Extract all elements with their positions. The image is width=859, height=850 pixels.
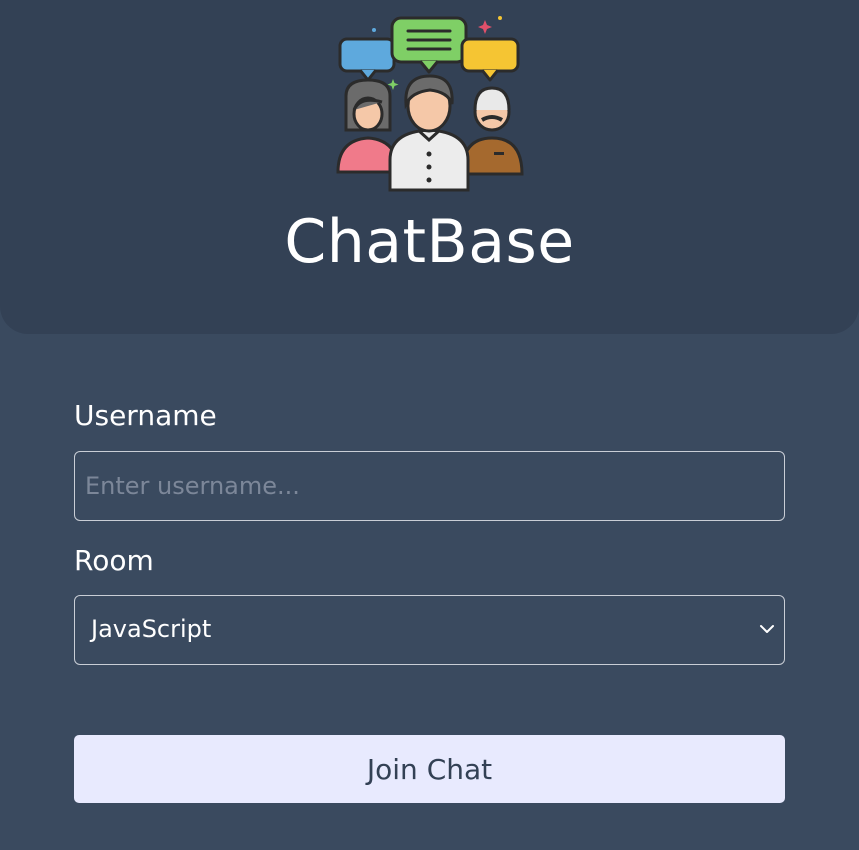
username-label: Username <box>74 399 217 432</box>
app-title: ChatBase <box>284 207 575 277</box>
header: ChatBase <box>0 0 859 334</box>
username-input[interactable] <box>74 451 785 521</box>
chevron-down-icon <box>760 625 774 633</box>
room-label: Room <box>74 544 154 577</box>
join-chat-button[interactable]: Join Chat <box>74 735 785 803</box>
room-select-value: JavaScript <box>91 615 212 643</box>
join-form: Username Room JavaScript Join Chat <box>74 392 785 803</box>
group-chat-logo-icon <box>336 16 524 192</box>
room-select[interactable]: JavaScript <box>74 595 785 665</box>
join-page: ChatBase Username Room JavaScript Join C… <box>0 0 859 850</box>
